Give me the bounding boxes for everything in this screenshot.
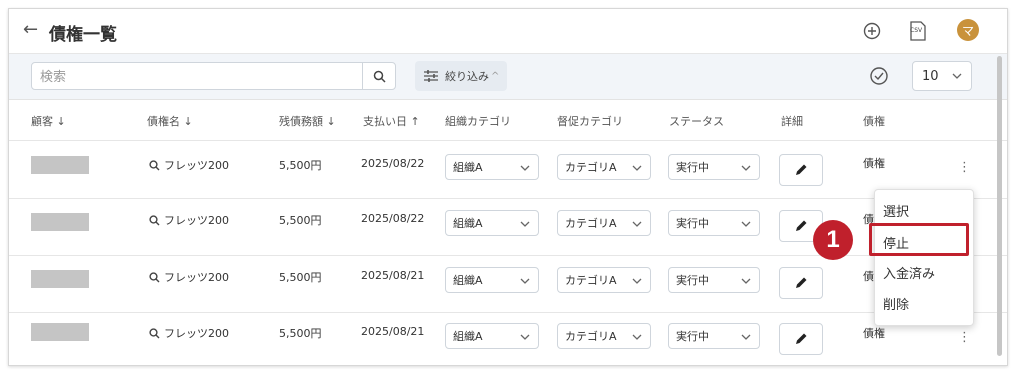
column-header-status: ステータス: [669, 115, 724, 128]
menu-item-select[interactable]: 選択: [883, 201, 909, 220]
sliders-icon: [424, 70, 438, 82]
debt-name-link[interactable]: フレッツ200: [149, 212, 229, 228]
balance-value: 5,500円: [279, 271, 322, 284]
search-icon: [149, 271, 160, 282]
pencil-icon: [796, 164, 807, 175]
app-window: ← 債権一覧 CSV マ 絞り込み ^ 10 顧客 ↓ 債権名 ↓ 残債務額 ↓…: [8, 8, 1008, 366]
divider: [9, 140, 1007, 141]
customer-redacted: [31, 156, 89, 174]
status-select[interactable]: 実行中: [668, 210, 760, 236]
claim-value: 債権: [863, 327, 885, 340]
step-callout-badge: 1: [813, 220, 853, 260]
toolbar: 絞り込み ^ 10: [9, 54, 1007, 100]
highlight-box: [869, 223, 969, 256]
org-category-select[interactable]: 組織A: [445, 210, 539, 236]
pencil-icon: [796, 333, 807, 344]
edit-button[interactable]: [779, 154, 823, 186]
back-arrow-icon[interactable]: ←: [23, 19, 38, 40]
dunning-category-select[interactable]: カテゴリA: [557, 210, 651, 236]
column-header-dunning-category: 督促カテゴリ: [557, 115, 623, 128]
search-icon: [149, 159, 160, 170]
search-input[interactable]: [31, 62, 363, 90]
chevron-down-icon: [741, 221, 751, 227]
dunning-category-select[interactable]: カテゴリA: [557, 323, 651, 349]
search-icon: [373, 70, 386, 83]
pencil-icon: [796, 220, 807, 231]
customer-redacted: [31, 270, 89, 288]
edit-button[interactable]: [779, 323, 823, 355]
user-avatar[interactable]: マ: [957, 19, 979, 41]
chevron-down-icon: [741, 334, 751, 340]
column-header-customer[interactable]: 顧客 ↓: [31, 113, 66, 129]
status-select[interactable]: 実行中: [668, 154, 760, 180]
status-select[interactable]: 実行中: [668, 323, 760, 349]
csv-label: CSV: [910, 27, 923, 34]
debt-name-link[interactable]: フレッツ200: [149, 269, 229, 285]
page-title: 債権一覧: [49, 25, 117, 45]
column-header-balance[interactable]: 残債務額 ↓: [279, 113, 336, 129]
page-size-select[interactable]: 10: [912, 61, 972, 91]
add-icon[interactable]: [861, 20, 883, 42]
status-select[interactable]: 実行中: [668, 267, 760, 293]
chevron-down-icon: [632, 278, 642, 284]
check-circle-icon[interactable]: [869, 66, 889, 86]
dunning-category-select[interactable]: カテゴリA: [557, 267, 651, 293]
pencil-icon: [796, 277, 807, 288]
more-vertical-icon[interactable]: ⋮: [958, 161, 971, 174]
org-category-select[interactable]: 組織A: [445, 154, 539, 180]
chevron-down-icon: [520, 334, 530, 340]
more-vertical-icon[interactable]: ⋮: [958, 331, 971, 344]
balance-value: 5,500円: [279, 327, 322, 340]
column-header-claim: 債権: [863, 115, 885, 128]
page-header: ← 債権一覧 CSV マ: [9, 9, 1007, 54]
org-category-select[interactable]: 組織A: [445, 323, 539, 349]
chevron-down-icon: [632, 221, 642, 227]
debt-name-link[interactable]: フレッツ200: [149, 325, 229, 341]
column-header-org-category: 組織カテゴリ: [445, 115, 511, 128]
customer-redacted: [31, 213, 89, 231]
dunning-category-select[interactable]: カテゴリA: [557, 154, 651, 180]
filter-button[interactable]: 絞り込み ^: [415, 61, 507, 91]
search-icon: [149, 327, 160, 338]
edit-button[interactable]: [779, 267, 823, 299]
search-button[interactable]: [362, 62, 396, 90]
pay-date-value: 2025/08/21: [361, 325, 425, 338]
csv-download-icon[interactable]: CSV: [907, 20, 929, 42]
divider: [9, 198, 1007, 199]
chevron-up-icon: ^: [491, 70, 500, 82]
chevron-down-icon: [520, 278, 530, 284]
chevron-down-icon: [741, 278, 751, 284]
divider: [9, 312, 1007, 313]
debt-name-link[interactable]: フレッツ200: [149, 157, 229, 173]
avatar-initial: マ: [961, 23, 974, 38]
customer-redacted: [31, 323, 89, 341]
column-header-debt-name[interactable]: 債権名 ↓: [147, 113, 193, 129]
balance-value: 5,500円: [279, 159, 322, 172]
menu-item-delete[interactable]: 削除: [883, 294, 909, 313]
vertical-scrollbar[interactable]: [997, 56, 1002, 356]
chevron-down-icon: [632, 165, 642, 171]
chevron-down-icon: [952, 73, 962, 79]
search-icon: [149, 214, 160, 225]
pay-date-value: 2025/08/22: [361, 212, 425, 225]
pay-date-value: 2025/08/21: [361, 269, 425, 282]
claim-value: 債権: [863, 157, 885, 170]
divider: [9, 255, 1007, 256]
org-category-select[interactable]: 組織A: [445, 267, 539, 293]
page-size-value: 10: [922, 68, 939, 84]
pay-date-value: 2025/08/22: [361, 157, 425, 170]
filter-label: 絞り込み: [445, 70, 489, 83]
menu-item-paid[interactable]: 入金済み: [883, 263, 935, 282]
chevron-down-icon: [632, 334, 642, 340]
balance-value: 5,500円: [279, 214, 322, 227]
chevron-down-icon: [520, 221, 530, 227]
row-context-menu: 選択 停止 入金済み 削除: [874, 189, 974, 326]
chevron-down-icon: [520, 165, 530, 171]
column-header-pay-date[interactable]: 支払い日 ↑: [363, 113, 420, 129]
column-header-detail: 詳細: [781, 115, 803, 128]
chevron-down-icon: [741, 165, 751, 171]
